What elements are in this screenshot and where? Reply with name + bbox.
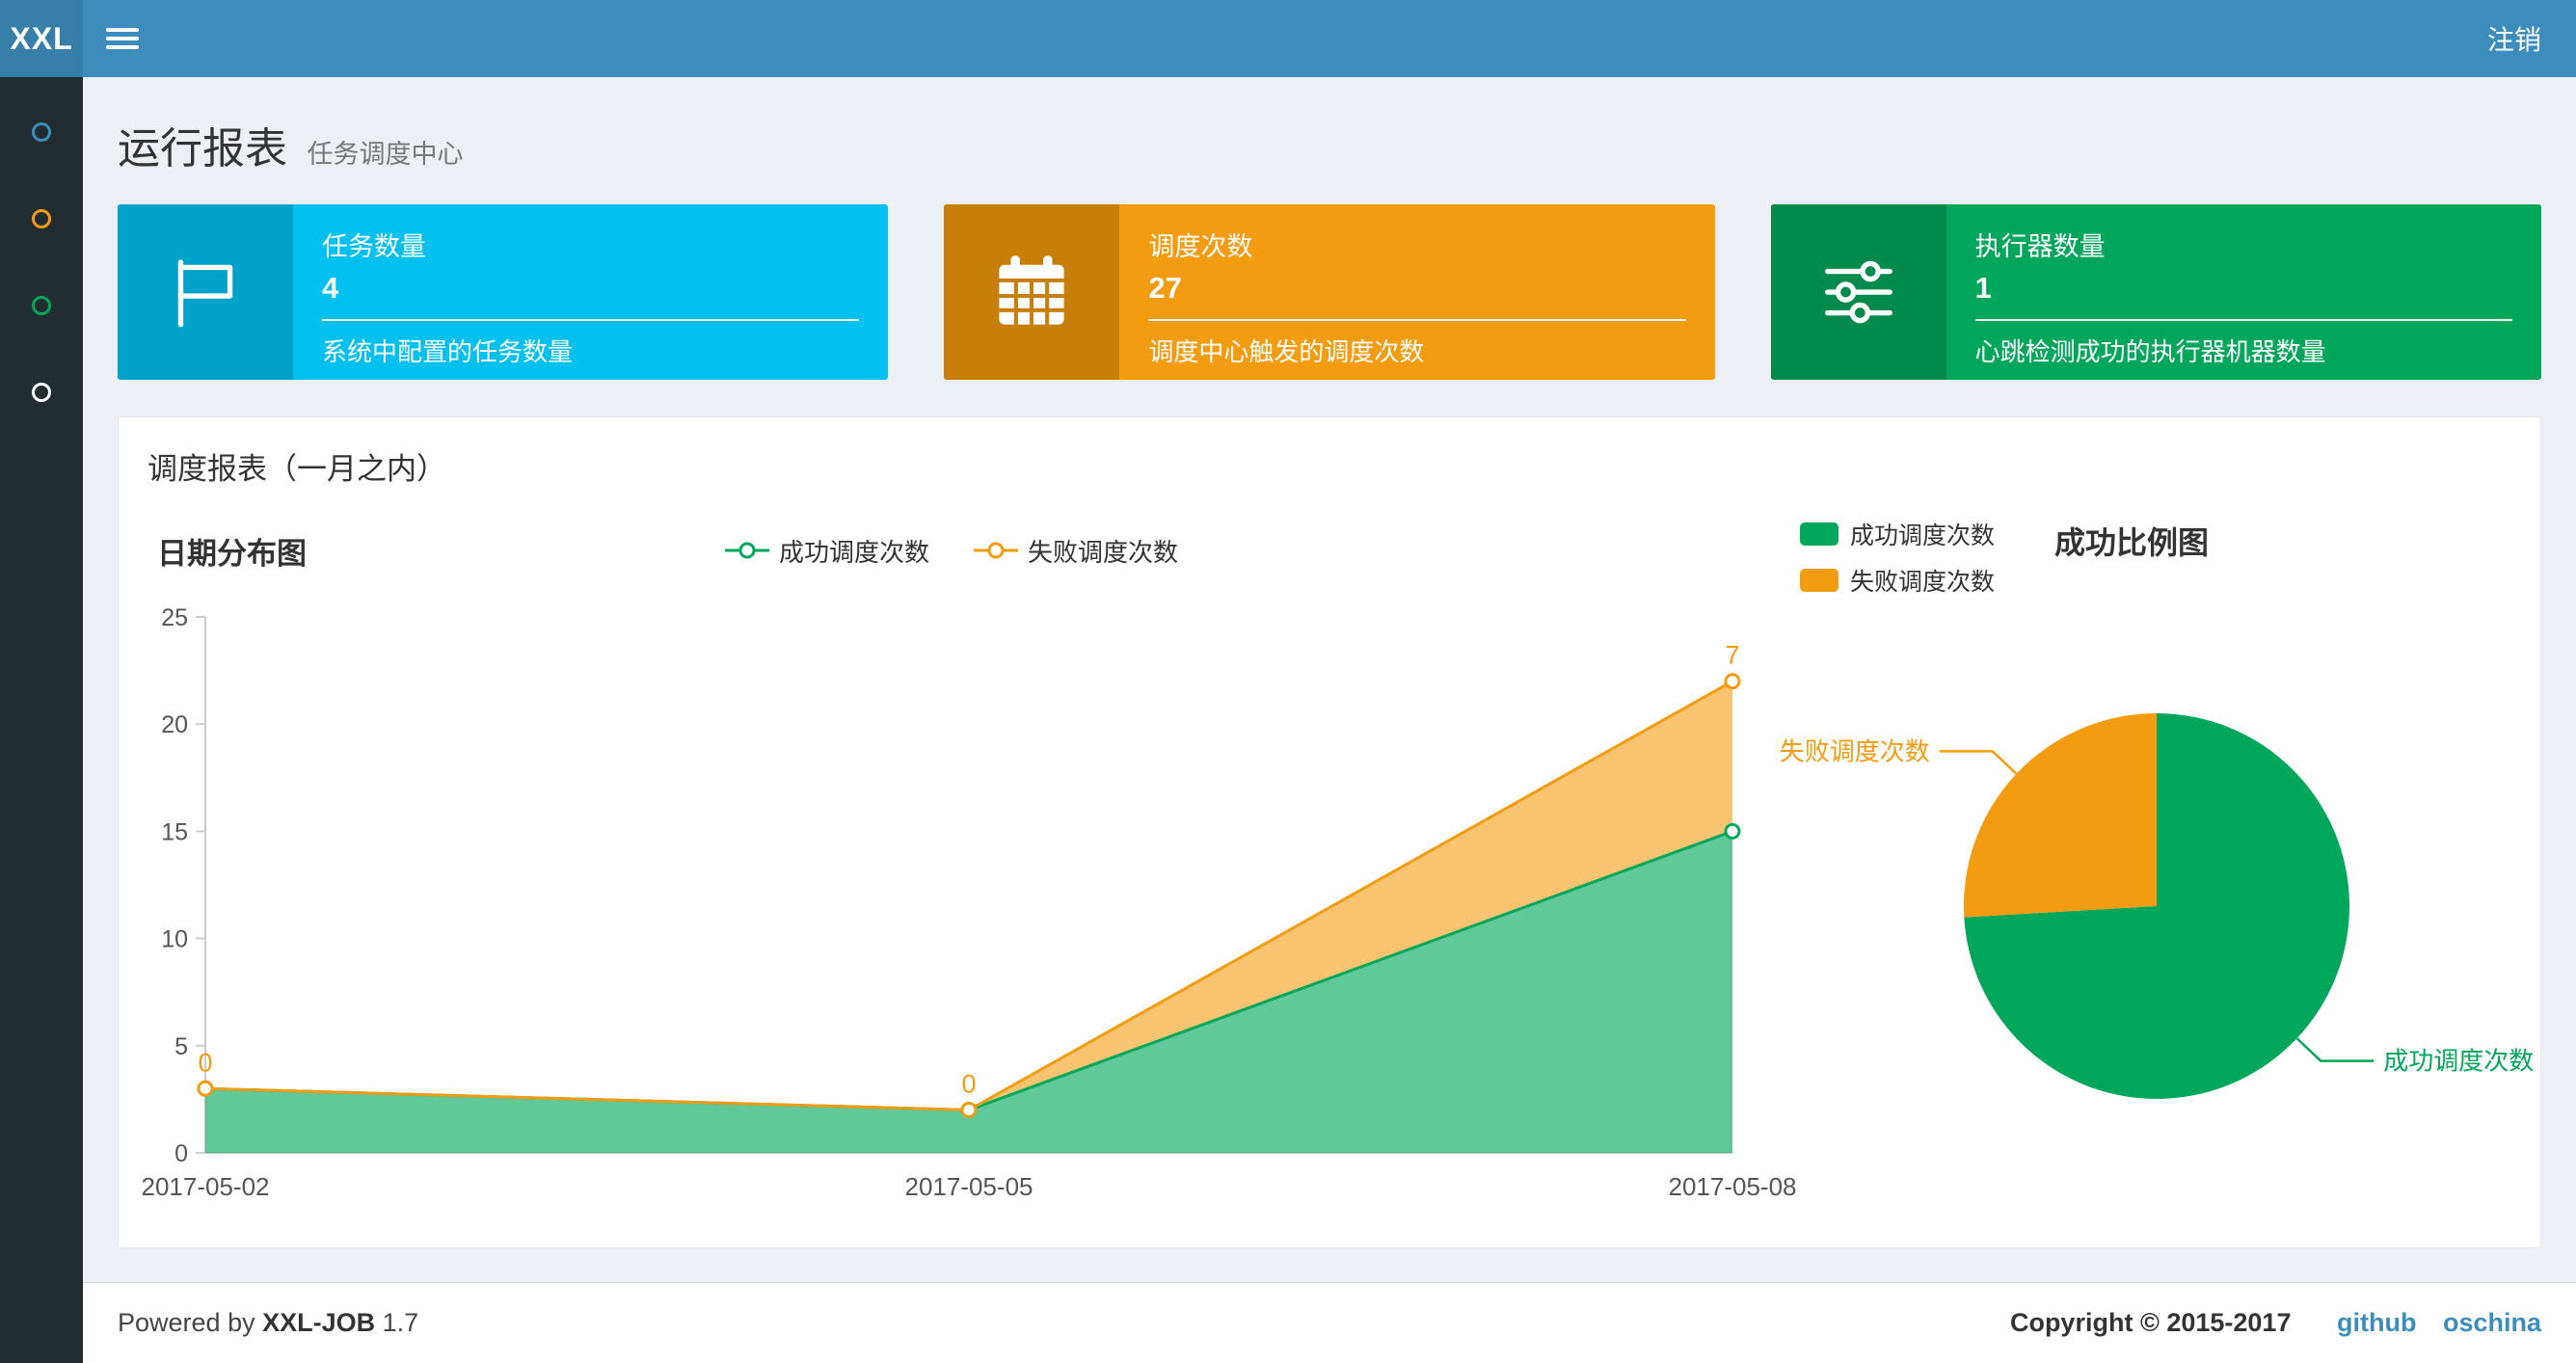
sidebar-item-1[interactable] bbox=[0, 89, 83, 175]
info-box-body: 执行器数量 1 心跳检测成功的执行器机器数量 bbox=[1946, 204, 2541, 380]
page-header: 运行报表 任务调度中心 bbox=[83, 77, 2576, 204]
info-box-trigger-count: 调度次数 27 调度中心触发的调度次数 bbox=[944, 204, 1715, 380]
github-link[interactable]: github bbox=[2337, 1308, 2416, 1337]
powered-by-prefix: Powered by bbox=[118, 1308, 255, 1337]
info-box-body: 调度次数 27 调度中心触发的调度次数 bbox=[1119, 204, 1714, 380]
circle-icon bbox=[32, 209, 51, 228]
line-chart-header: 日期分布图 成功调度次数 失败调度次数 bbox=[132, 517, 1771, 584]
info-desc: 系统中配置的任务数量 bbox=[322, 337, 574, 366]
info-box-job-count: 任务数量 4 系统中配置的任务数量 bbox=[118, 204, 889, 380]
legend-label: 成功调度次数 bbox=[1850, 522, 1996, 549]
success-ratio-pie-chart: 成功调度次数 失败调度次数 bbox=[1780, 713, 2534, 1099]
info-box-body: 任务数量 4 系统中配置的任务数量 bbox=[293, 204, 888, 380]
legend-item-success[interactable]: 成功调度次数 bbox=[724, 533, 929, 569]
date-distribution-section: 日期分布图 成功调度次数 失败调度次数 0 5 10 15 20 25 2017… bbox=[132, 503, 1797, 1220]
svg-text:7: 7 bbox=[1725, 641, 1739, 670]
sidebar-item-2[interactable] bbox=[0, 175, 83, 262]
report-panel: 调度报表（一月之内） 日期分布图 成功调度次数 失败调度次数 0 5 10 15… bbox=[118, 416, 2541, 1248]
info-label: 任务数量 bbox=[322, 232, 426, 261]
legend-swatch-icon bbox=[1800, 569, 1838, 592]
brand-name: XXL-JOB bbox=[262, 1308, 376, 1337]
sidebar-item-4[interactable] bbox=[0, 349, 83, 436]
app-logo[interactable]: XXL bbox=[0, 0, 83, 77]
main-content: 运行报表 任务调度中心 任务数量 4 系统中配置的任务数量 调度次数 27 调度… bbox=[83, 77, 2576, 1282]
svg-text:2017-05-05: 2017-05-05 bbox=[905, 1172, 1033, 1201]
legend-label: 成功调度次数 bbox=[778, 537, 929, 567]
sidebar-item-3[interactable] bbox=[0, 262, 83, 349]
sliders-icon bbox=[1770, 204, 1946, 380]
powered-by-text: Powered by XXL-JOB 1.7 bbox=[118, 1308, 418, 1338]
pie-chart-legend: 成功调度次数 失败调度次数 bbox=[1800, 517, 1995, 598]
line-marker-icon bbox=[724, 542, 769, 559]
info-label: 调度次数 bbox=[1148, 232, 1253, 261]
svg-text:15: 15 bbox=[161, 818, 188, 845]
success-ratio-section: 成功调度次数 失败调度次数 成功比例图 成功调度次数 失败调度次数 bbox=[1771, 503, 2534, 1220]
info-label: 执行器数量 bbox=[1974, 232, 2106, 261]
info-value: 27 bbox=[1148, 271, 1182, 305]
legend-item-fail[interactable]: 失败调度次数 bbox=[974, 533, 1178, 569]
pie-legend-success[interactable]: 成功调度次数 bbox=[1800, 517, 1995, 551]
svg-text:10: 10 bbox=[161, 926, 188, 953]
panel-title: 调度报表（一月之内） bbox=[148, 452, 446, 486]
logout-link[interactable]: 注销 bbox=[2453, 0, 2576, 77]
svg-text:0: 0 bbox=[198, 1048, 212, 1077]
calendar-icon bbox=[944, 204, 1120, 380]
sidebar bbox=[0, 77, 83, 1363]
stat-boxes-row: 任务数量 4 系统中配置的任务数量 调度次数 27 调度中心触发的调度次数 执行… bbox=[83, 204, 2576, 380]
line-chart-legend: 成功调度次数 失败调度次数 bbox=[132, 517, 1771, 584]
info-value: 4 bbox=[322, 271, 339, 305]
circle-icon bbox=[32, 383, 51, 402]
circle-icon bbox=[32, 296, 51, 315]
svg-text:成功调度次数: 成功调度次数 bbox=[2383, 1047, 2534, 1076]
info-value: 1 bbox=[1974, 271, 1992, 305]
info-box-executor-count: 执行器数量 1 心跳检测成功的执行器机器数量 bbox=[1770, 204, 2541, 380]
svg-text:0: 0 bbox=[174, 1140, 188, 1167]
legend-label: 失败调度次数 bbox=[1850, 569, 1996, 596]
line-chart-title: 日期分布图 bbox=[157, 536, 307, 571]
pie-chart-header: 成功调度次数 失败调度次数 成功比例图 bbox=[1771, 517, 2527, 598]
divider bbox=[1148, 319, 1686, 321]
svg-text:失败调度次数: 失败调度次数 bbox=[1780, 736, 1930, 765]
version-number: 1.7 bbox=[382, 1308, 419, 1337]
page-title: 运行报表 bbox=[118, 125, 287, 173]
footer-links: github oschina bbox=[2318, 1308, 2541, 1337]
svg-text:5: 5 bbox=[174, 1033, 188, 1060]
legend-swatch-icon bbox=[1800, 522, 1838, 546]
divider bbox=[1974, 319, 2512, 321]
pie-legend-fail[interactable]: 失败调度次数 bbox=[1800, 563, 1995, 598]
oschina-link[interactable]: oschina bbox=[2443, 1308, 2541, 1337]
svg-text:0: 0 bbox=[961, 1070, 976, 1099]
page-subtitle: 任务调度中心 bbox=[307, 140, 464, 169]
hamburger-icon bbox=[106, 28, 139, 49]
sidebar-toggle-button[interactable] bbox=[83, 0, 162, 77]
divider bbox=[322, 319, 860, 321]
flag-icon bbox=[118, 204, 293, 380]
line-marker-icon bbox=[974, 542, 1018, 559]
date-distribution-chart: 05101520252017-05-02 2017-05-05 2017-05-08… bbox=[142, 604, 1797, 1201]
top-navbar: XXL 注销 bbox=[0, 0, 2576, 77]
legend-label: 失败调度次数 bbox=[1028, 537, 1179, 567]
svg-text:20: 20 bbox=[161, 711, 188, 738]
info-desc: 心跳检测成功的执行器机器数量 bbox=[1974, 337, 2326, 366]
pie-chart-title: 成功比例图 bbox=[2054, 525, 2210, 560]
circle-icon bbox=[32, 122, 51, 142]
charts-area: 日期分布图 成功调度次数 失败调度次数 0 5 10 15 20 25 2017… bbox=[119, 495, 2540, 1247]
info-desc: 调度中心触发的调度次数 bbox=[1148, 337, 1425, 366]
svg-text:2017-05-02: 2017-05-02 bbox=[142, 1172, 270, 1201]
copyright-area: Copyright © 2015-2017 github oschina bbox=[2010, 1308, 2541, 1338]
svg-text:25: 25 bbox=[161, 604, 188, 631]
footer: Powered by XXL-JOB 1.7 Copyright © 2015-… bbox=[83, 1282, 2576, 1363]
copyright-text: Copyright © 2015-2017 bbox=[2009, 1308, 2292, 1337]
navbar-spacer bbox=[162, 0, 2453, 77]
